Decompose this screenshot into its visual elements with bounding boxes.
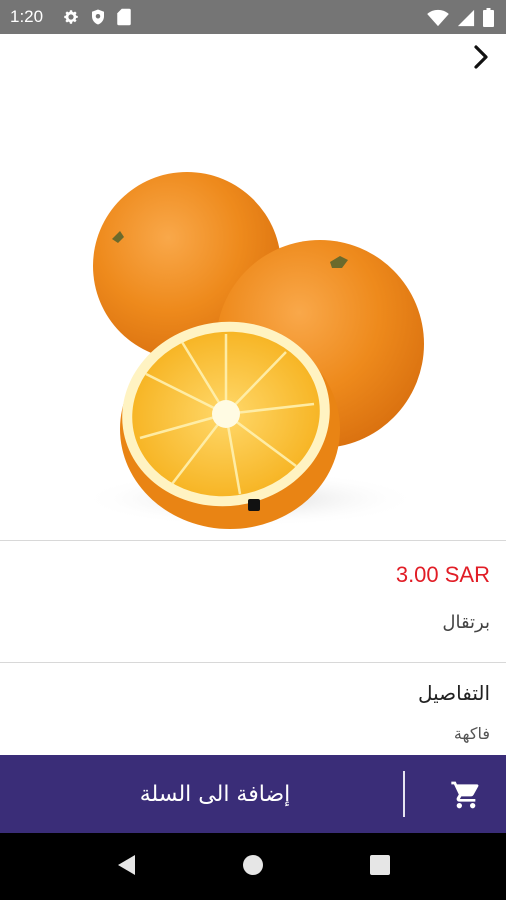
divider-top [0,540,506,541]
nav-recents-button[interactable] [366,853,394,881]
system-nav-bar [0,833,506,900]
signal-icon [457,9,475,27]
divider-middle [0,662,506,663]
details-value: فاكهة [453,724,490,743]
sd-card-icon [116,8,132,26]
status-bar: 1:20 [0,0,506,34]
status-time: 1:20 [10,7,44,26]
add-to-cart-bar[interactable]: إضافة الى السلة [0,755,506,833]
status-left-icons [62,8,132,26]
add-to-cart-label[interactable]: إضافة الى السلة [0,755,430,833]
wifi-icon [427,9,449,27]
shield-icon [89,8,107,26]
home-circle-icon [241,853,265,881]
chevron-right-icon [472,44,490,74]
nav-back-button[interactable] [112,853,140,881]
details-title: التفاصيل [417,681,490,705]
back-triangle-icon [115,853,137,881]
status-right-icons [427,8,494,27]
recents-square-icon [369,854,391,880]
product-price: 3.00 SAR [395,562,490,587]
back-button[interactable] [466,44,496,74]
cart-separator [403,771,405,817]
product-image [0,34,506,540]
battery-icon [483,8,494,27]
gear-icon [62,8,80,26]
nav-home-button[interactable] [239,853,267,881]
cart-icon[interactable] [450,779,482,811]
product-name: برتقال [442,612,490,633]
